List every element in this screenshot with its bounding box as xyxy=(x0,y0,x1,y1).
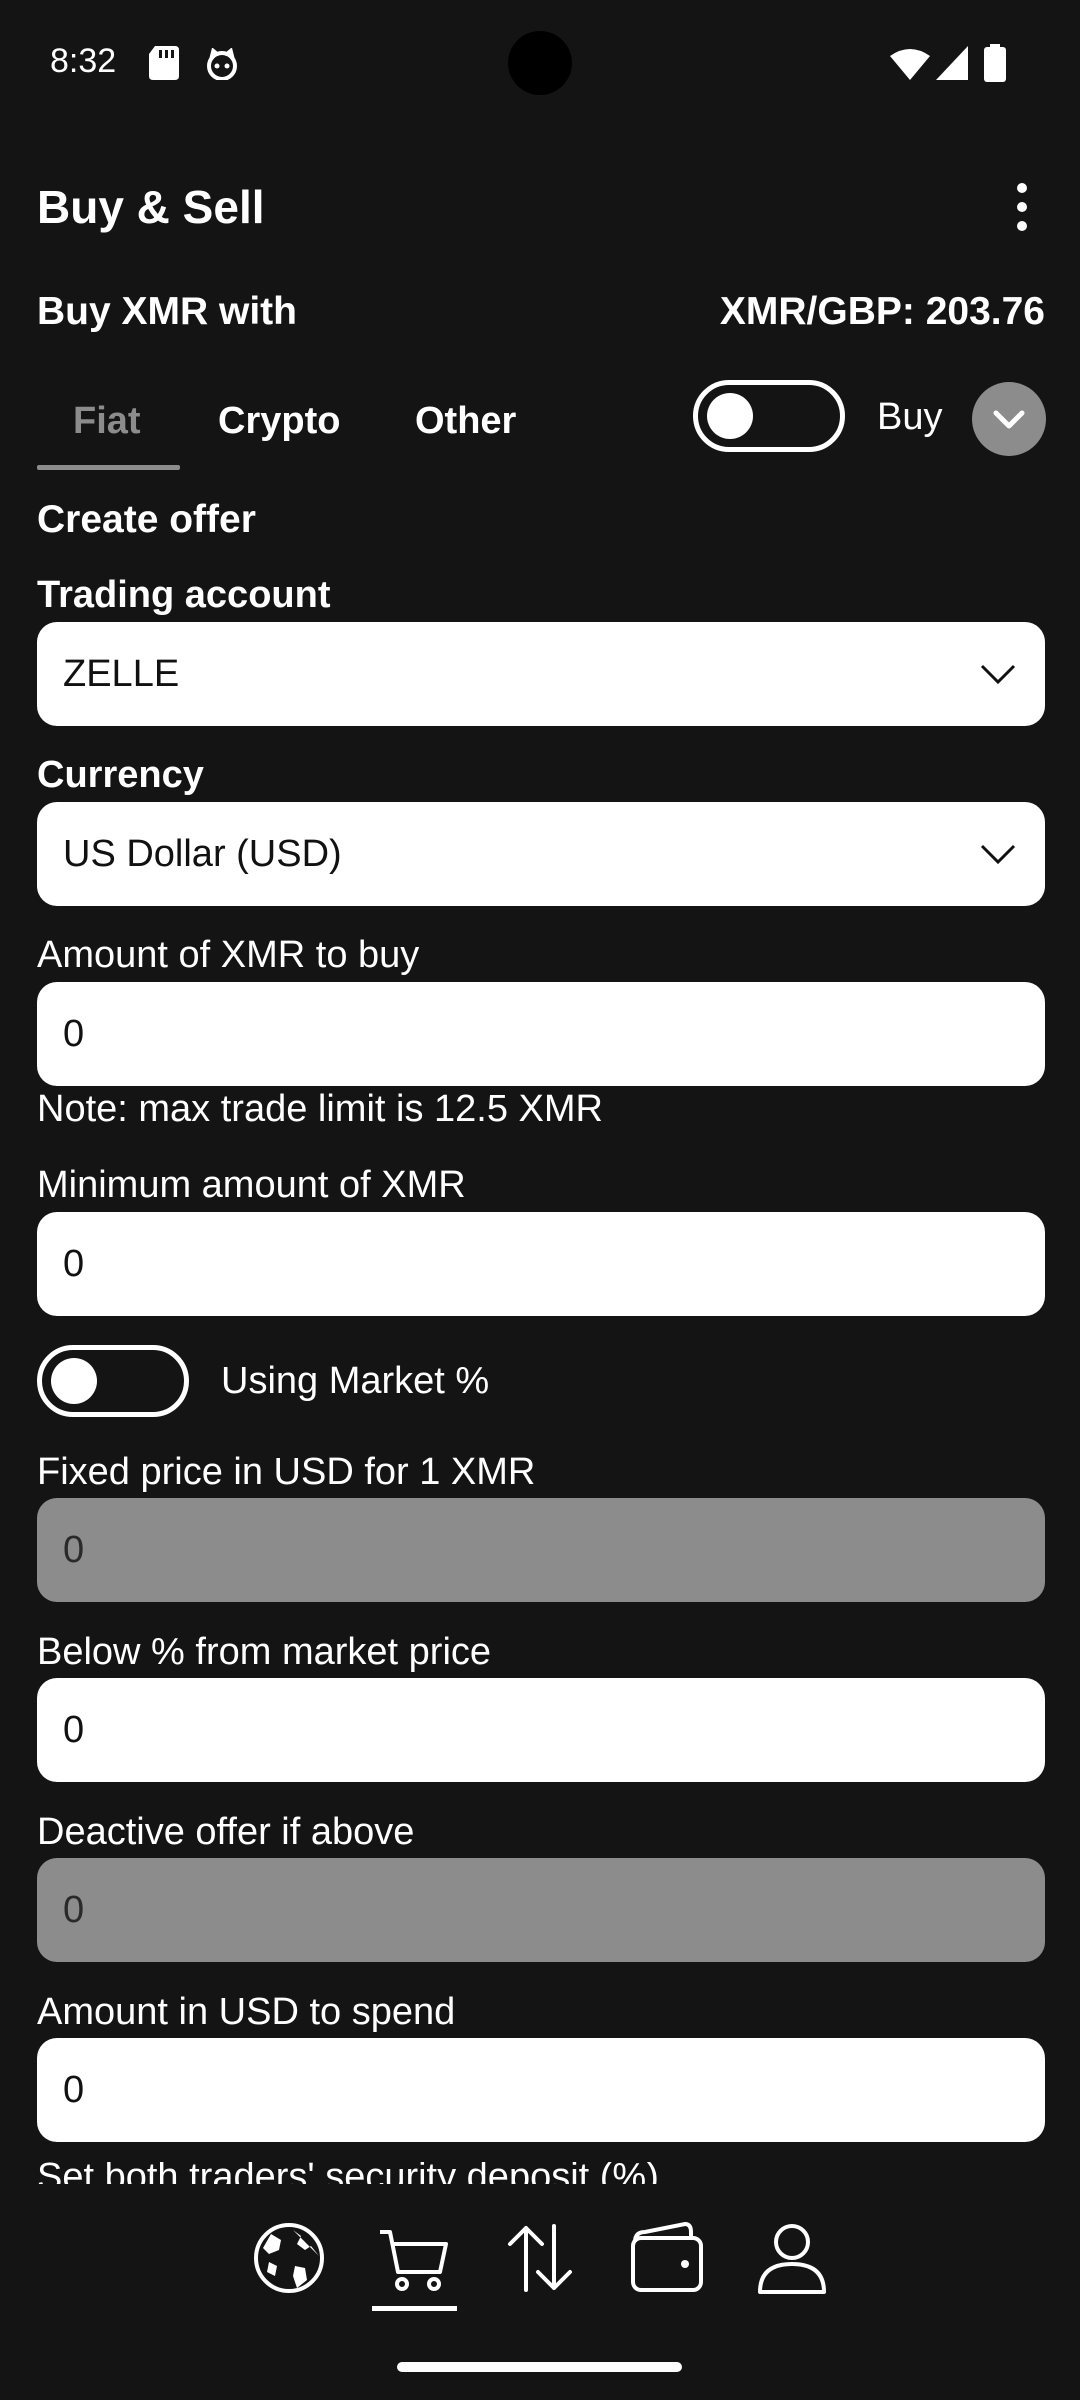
amount-value: 0 xyxy=(63,1013,85,1055)
cart-icon xyxy=(380,2230,448,2291)
below-market-value: 0 xyxy=(63,1709,85,1751)
page-title: Buy & Sell xyxy=(37,181,265,233)
tab-crypto[interactable]: Crypto xyxy=(218,400,340,443)
trading-account-value: ZELLE xyxy=(63,653,180,695)
fixed-price-input: 0 xyxy=(37,1498,1045,1602)
amount-usd-value: 0 xyxy=(63,2069,85,2111)
create-offer-title: Create offer xyxy=(37,498,256,541)
below-market-input[interactable]: 0 xyxy=(37,1678,1045,1782)
market-percent-label: Using Market % xyxy=(221,1360,490,1402)
battery-icon xyxy=(984,44,1006,87)
buy-with-heading: Buy XMR with xyxy=(37,290,297,333)
transfer-icon xyxy=(508,2224,572,2292)
deactivate-value: 0 xyxy=(63,1889,85,1931)
market-percent-toggle[interactable] xyxy=(37,1345,189,1417)
amount-usd-input[interactable]: 0 xyxy=(37,2038,1045,2142)
tab-other[interactable]: Other xyxy=(415,400,516,443)
front-camera xyxy=(508,31,572,95)
tab-indicator xyxy=(37,465,180,470)
nav-wallet[interactable] xyxy=(627,2218,707,2298)
more-vertical-icon xyxy=(1017,183,1027,231)
deactivate-label: Deactive offer if above xyxy=(37,1811,415,1853)
below-market-label: Below % from market price xyxy=(37,1631,492,1673)
buy-sell-toggle[interactable] xyxy=(693,380,845,452)
security-deposit-label: Set both traders' security deposit (%) xyxy=(37,2162,659,2184)
cat-icon xyxy=(205,47,239,85)
toggle-knob xyxy=(51,1358,97,1404)
expand-button[interactable] xyxy=(972,382,1046,456)
nav-trades[interactable] xyxy=(500,2218,580,2298)
exchange-rate: XMR/GBP: 203.76 xyxy=(719,290,1045,333)
amount-label: Amount of XMR to buy xyxy=(37,934,420,976)
fixed-price-label: Fixed price in USD for 1 XMR xyxy=(37,1451,536,1493)
status-time: 8:32 xyxy=(50,42,117,80)
chevron-down-icon xyxy=(980,844,1016,865)
currency-select[interactable]: US Dollar (USD) xyxy=(37,802,1045,906)
nav-buy-sell[interactable] xyxy=(374,2218,454,2298)
nav-account[interactable] xyxy=(752,2218,832,2298)
min-amount-input[interactable]: 0 xyxy=(37,1212,1045,1316)
amount-input[interactable]: 0 xyxy=(37,982,1045,1086)
account-icon xyxy=(758,2224,826,2294)
fixed-price-value: 0 xyxy=(63,1529,85,1571)
buy-sell-screen: 8:32 Buy & Sell Buy XMR with XMR/GBP: 20… xyxy=(0,0,1080,2400)
chevron-down-icon xyxy=(993,410,1025,429)
deactivate-input: 0 xyxy=(37,1858,1045,1962)
currency-value: US Dollar (USD) xyxy=(63,833,342,875)
min-amount-value: 0 xyxy=(63,1243,85,1285)
tab-fiat[interactable]: Fiat xyxy=(73,400,141,443)
home-indicator[interactable] xyxy=(397,2362,682,2372)
amount-usd-label: Amount in USD to spend xyxy=(37,1991,456,2033)
nav-active-indicator xyxy=(372,2306,457,2311)
buy-sell-toggle-label: Buy xyxy=(877,396,943,438)
status-bar: 8:32 xyxy=(0,0,1080,130)
wifi-icon xyxy=(890,48,930,85)
min-amount-label: Minimum amount of XMR xyxy=(37,1164,466,1206)
chevron-down-icon xyxy=(980,664,1016,685)
security-deposit-label-text: Set both traders' security deposit (%) xyxy=(37,2162,659,2184)
sd-card-icon xyxy=(149,46,179,85)
trading-account-label: Trading account xyxy=(37,574,331,616)
globe-icon xyxy=(254,2223,324,2293)
more-options-button[interactable] xyxy=(1000,180,1044,236)
toggle-knob xyxy=(707,393,753,439)
wallet-icon xyxy=(631,2221,703,2292)
trade-limit-note: Note: max trade limit is 12.5 XMR xyxy=(37,1088,603,1130)
nav-markets[interactable] xyxy=(249,2218,329,2298)
signal-icon xyxy=(936,46,968,85)
currency-label: Currency xyxy=(37,754,204,796)
trading-account-select[interactable]: ZELLE xyxy=(37,622,1045,726)
